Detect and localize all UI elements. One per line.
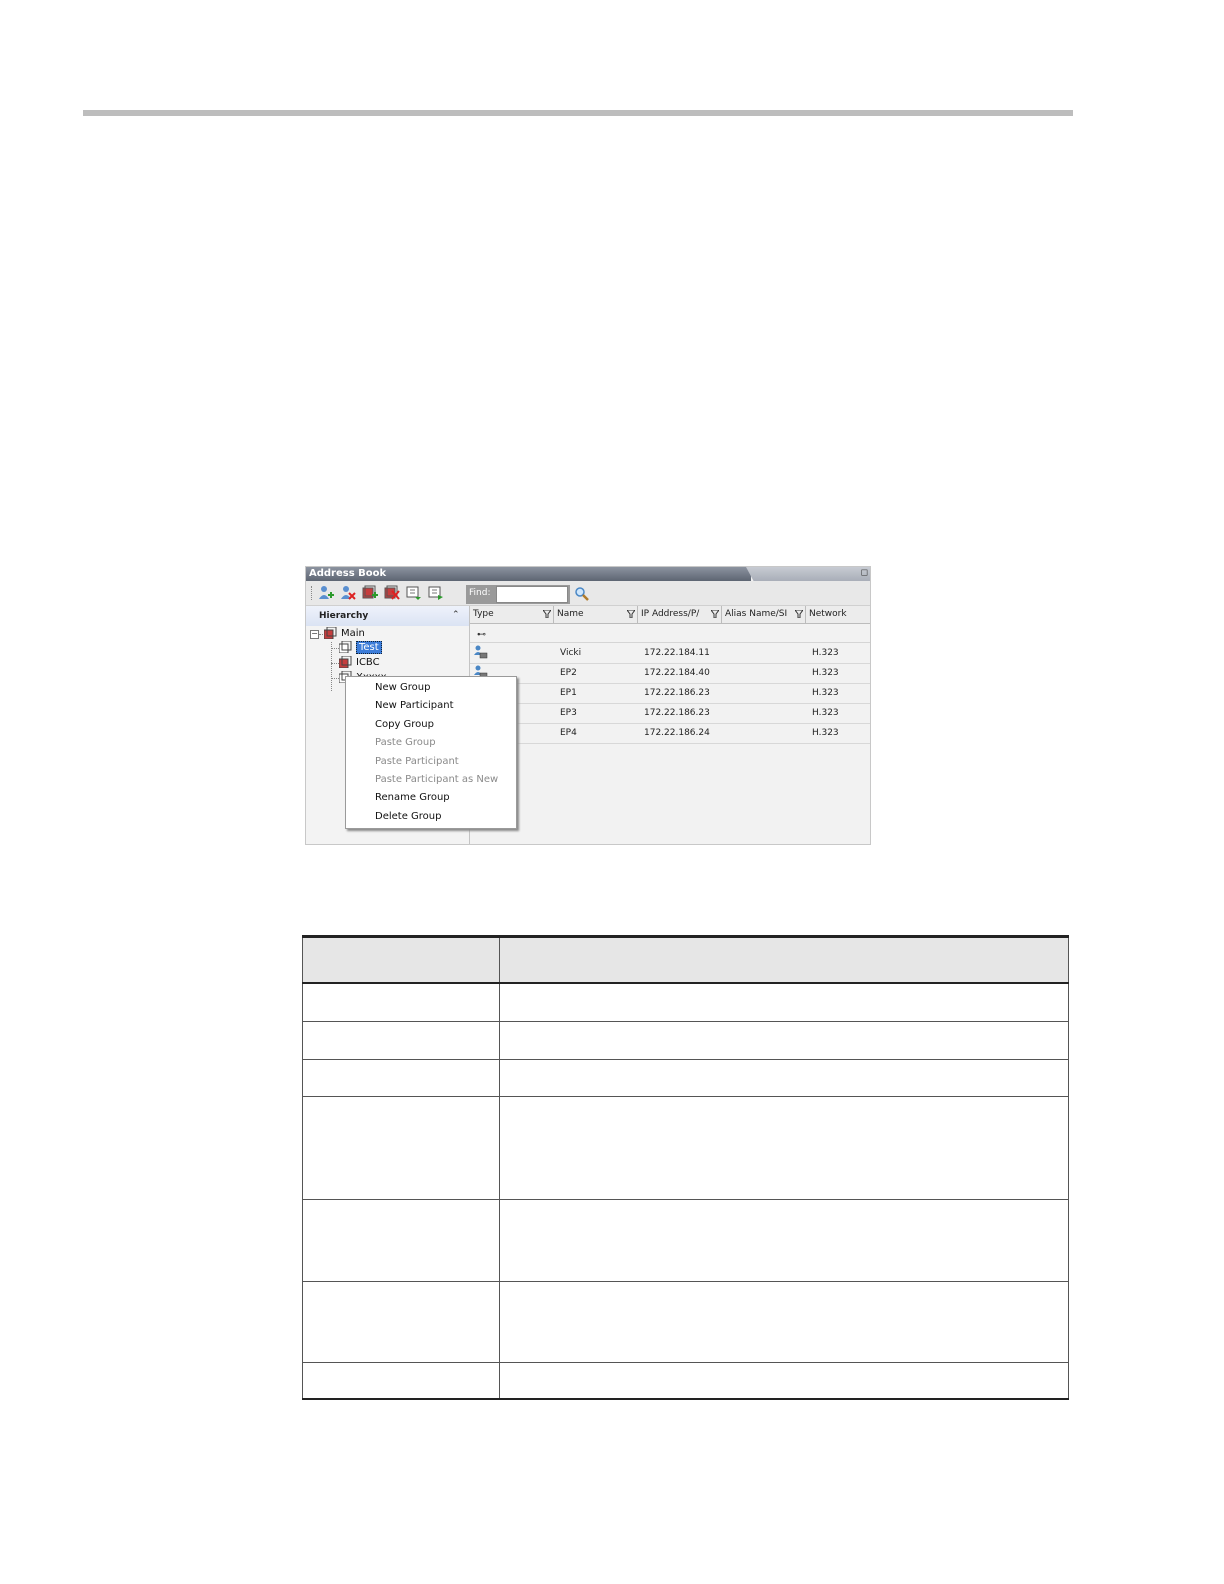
table-cell: [499, 1281, 1069, 1363]
group-icon: [339, 656, 353, 668]
find-box: Find:: [466, 585, 570, 604]
filter-icon[interactable]: [795, 610, 803, 618]
table-cell: [499, 1021, 1069, 1060]
endpoint-icon: [474, 645, 488, 659]
table-header-cell: [499, 935, 1069, 984]
table-header-cell: [302, 935, 500, 984]
delete-participant-icon[interactable]: [340, 585, 356, 601]
participant-ip: 172.22.186.23: [644, 708, 710, 718]
add-group-icon[interactable]: [362, 585, 378, 601]
tree-label-main: Main: [341, 628, 365, 639]
table-cell: [302, 1096, 500, 1200]
table-cell: [302, 1059, 500, 1097]
participant-name: EP1: [560, 688, 577, 698]
participant-ip: 172.22.186.23: [644, 688, 710, 698]
table-cell: [499, 983, 1069, 1022]
participant-network: H.323: [812, 668, 839, 678]
collapse-main-icon[interactable]: −: [310, 630, 319, 639]
table-cell: [499, 1199, 1069, 1282]
tree-label-icbc: ICBC: [356, 657, 380, 668]
title-bar-tail: [746, 567, 870, 581]
group-icon: [339, 641, 353, 653]
add-participant-icon[interactable]: [318, 585, 334, 601]
table-row[interactable]: Vicki 172.22.184.11 H.323: [470, 643, 870, 664]
table-cell: [499, 1096, 1069, 1200]
pin-icon[interactable]: ◻: [861, 568, 868, 578]
table-cell: [499, 1362, 1069, 1400]
participant-network: H.323: [812, 688, 839, 698]
participant-network: H.323: [812, 708, 839, 718]
filter-row-icon: ⊷: [477, 630, 486, 640]
participant-name: EP2: [560, 668, 577, 678]
participant-name: Vicki: [560, 648, 582, 658]
participant-ip: 172.22.184.11: [644, 648, 710, 658]
participant-network: H.323: [812, 728, 839, 738]
export-icon[interactable]: [428, 585, 444, 601]
menu-item-paste-group[interactable]: Paste Group: [375, 737, 436, 748]
menu-item-delete-group[interactable]: Delete Group: [375, 811, 441, 822]
table-row[interactable]: EP3 172.22.186.23 H.323: [470, 703, 870, 724]
table-row[interactable]: EP2 172.22.184.40 H.323: [470, 663, 870, 684]
participant-name: EP3: [560, 708, 577, 718]
menu-item-new-group[interactable]: New Group: [375, 682, 430, 693]
column-ip-address[interactable]: IP Address/P/: [638, 606, 722, 623]
filter-icon[interactable]: [543, 610, 551, 618]
context-menu: New Group New Participant Copy Group Paste …: [345, 676, 517, 829]
column-type[interactable]: Type: [470, 606, 554, 623]
menu-item-paste-participant[interactable]: Paste Participant: [375, 756, 459, 767]
table-row[interactable]: EP1 172.22.186.23 H.323: [470, 683, 870, 704]
collapse-icon[interactable]: ⌃: [452, 610, 460, 620]
menu-item-copy-group[interactable]: Copy Group: [375, 719, 434, 730]
menu-item-rename-group[interactable]: Rename Group: [375, 792, 450, 803]
delete-group-icon[interactable]: [384, 585, 400, 601]
find-label: Find:: [469, 588, 491, 598]
participant-ip: 172.22.184.40: [644, 668, 710, 678]
participant-network: H.323: [812, 648, 839, 658]
table-cell: [302, 983, 500, 1022]
hierarchy-label: Hierarchy: [319, 611, 369, 621]
column-network[interactable]: Network: [806, 606, 870, 623]
table-cell: [302, 1199, 500, 1282]
table-cell: [302, 1281, 500, 1363]
toolbar: Find:: [306, 581, 870, 606]
search-icon[interactable]: [574, 586, 590, 602]
tree-label-test: Test: [356, 641, 382, 654]
grid-header: Type Name IP Address/P/ Alias Name/SI Ne…: [470, 606, 870, 624]
column-name[interactable]: Name: [554, 606, 638, 623]
menu-item-paste-participant-as-new[interactable]: Paste Participant as New: [375, 774, 498, 785]
table-row[interactable]: EP4 172.22.186.24 H.323: [470, 723, 870, 744]
filter-icon[interactable]: [627, 610, 635, 618]
filter-icon[interactable]: [711, 610, 719, 618]
filter-row[interactable]: ⊷: [470, 624, 870, 643]
column-alias-name[interactable]: Alias Name/SI: [722, 606, 806, 623]
toolbar-grip[interactable]: [311, 586, 314, 600]
table-cell: [499, 1059, 1069, 1097]
group-icon: [324, 627, 338, 639]
menu-item-new-participant[interactable]: New Participant: [375, 700, 454, 711]
table-cell: [302, 1021, 500, 1060]
participant-ip: 172.22.186.24: [644, 728, 710, 738]
tree-node-icbc[interactable]: ICBC: [339, 656, 380, 670]
description-table: [302, 935, 1069, 1400]
window-title: Address Book: [306, 567, 751, 581]
participant-name: EP4: [560, 728, 577, 738]
top-rule: [83, 110, 1073, 116]
tree-node-main[interactable]: Main: [324, 627, 365, 641]
import-icon[interactable]: [406, 585, 422, 601]
tree-node-test[interactable]: Test: [339, 641, 382, 655]
hierarchy-header: Hierarchy ⌃: [306, 606, 469, 626]
find-input[interactable]: [496, 586, 568, 603]
participants-grid: Type Name IP Address/P/ Alias Name/SI Ne…: [470, 606, 870, 844]
table-cell: [302, 1362, 500, 1400]
